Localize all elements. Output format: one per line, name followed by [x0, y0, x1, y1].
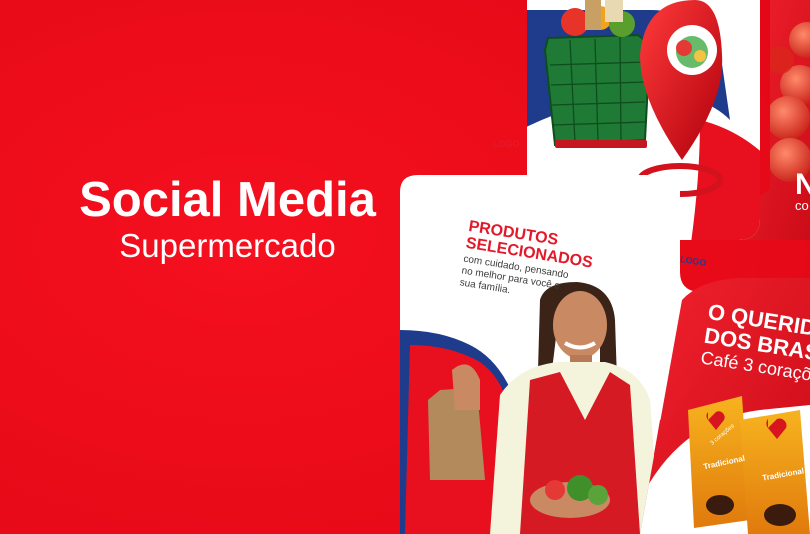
- apples-partial-letter: N: [795, 168, 810, 201]
- post-top-logo: LOGO: [493, 139, 520, 149]
- hero-subtitle: Supermercado: [119, 227, 336, 264]
- apples-partial-word: co: [795, 198, 809, 213]
- banner: Social Media Supermercado LOGO PRODUTOS …: [0, 0, 810, 534]
- hero-title: Social Media: [79, 173, 376, 227]
- banner-artwork: [0, 0, 810, 534]
